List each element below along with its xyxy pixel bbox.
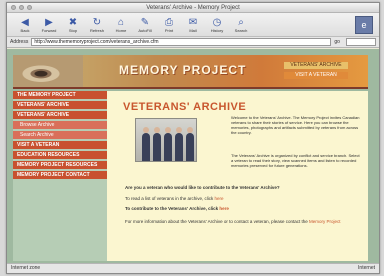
sidebar-item[interactable]: VETERANS' ARCHIVE [13,111,107,119]
site-banner: MEMORY PROJECT VETERANS' ARCHIVE VISIT A… [13,55,368,89]
go-button[interactable]: go [334,39,340,45]
toolbar-label: Print [164,27,174,33]
eye-image [13,55,83,87]
toolbar-label: Refresh [89,27,104,33]
window-controls[interactable] [11,5,32,10]
home-button[interactable]: ⌂ Home [111,15,131,35]
print-icon: ⎙ [165,16,173,28]
toolbar-label: Back [20,27,30,33]
back-button[interactable]: ◀ Back [15,15,35,35]
status-text: Internet zone [11,265,41,271]
site-title[interactable]: MEMORY PROJECT [119,63,246,77]
contribute-question: Are you a veteran who would like to cont… [125,185,280,190]
mail-icon: ✉ [188,16,198,28]
history-icon: ◷ [212,16,222,28]
title-bar: Veterans' Archive - Memory Project [7,3,379,13]
list-veterans-line: To read a list of veterans in the archiv… [125,196,224,201]
sidebar-item[interactable]: Search Archive [13,131,107,139]
status-bar: Internet zone Internet [7,263,379,273]
contact-line: For more information about the Veterans'… [125,219,341,224]
toolbar-label: Home [115,27,127,33]
sidebar-item[interactable]: EDUCATION RESOURCES [13,151,107,159]
autofill-button[interactable]: ✎ AutoFill [135,15,155,35]
sidebar-nav: THE MEMORY PROJECT VETERANS' ARCHIVE VETER… [13,91,107,261]
sidebar-item[interactable]: Browse Archive [13,121,107,129]
browser-window: Veterans' Archive - Memory Project ◀ Back… [6,2,380,274]
refresh-icon: ↻ [92,16,102,28]
address-input[interactable]: http://www.thememoryproject.com/veterans… [31,38,332,46]
search-field[interactable] [346,38,376,46]
contribute-line: To contribute to the Veterans' Archive, … [125,206,229,211]
contact-link[interactable]: Memory Project [309,219,341,224]
forward-button[interactable]: ▶ Forward [39,15,59,35]
main-content: VETERANS' ARCHIVE Welcome to the Veteran… [107,91,368,261]
toolbar-label: Stop [68,27,78,33]
zone-indicator: Internet [358,265,375,271]
page-title: VETERANS' ARCHIVE [123,101,247,113]
stop-icon: ✖ [68,16,78,28]
refresh-button[interactable]: ↻ Refresh [87,15,107,35]
banner-link-visit[interactable]: VISIT A VETERAN [284,72,348,79]
sidebar-item[interactable]: MEMORY PROJECT CONTACT [13,171,107,179]
toolbar-label: History [210,27,224,33]
address-label: Address [10,39,29,45]
mail-button[interactable]: ✉ Mail [183,15,203,35]
sidebar-item[interactable]: MEMORY PROJECT RESOURCES [13,161,107,169]
list-veterans-link[interactable]: here [215,196,224,201]
window-title: Veterans' Archive - Memory Project [146,5,240,11]
toolbar-label: Forward [41,27,57,33]
sidebar-item[interactable]: THE MEMORY PROJECT [13,91,107,99]
contribute-link[interactable]: here [219,206,229,211]
sidebar-item[interactable]: VETERANS' ARCHIVE [13,101,107,109]
address-bar: Address http://www.thememoryproject.com/… [7,37,379,48]
print-button[interactable]: ⎙ Print [159,15,179,35]
page-viewport[interactable]: MEMORY PROJECT VETERANS' ARCHIVE VISIT A… [7,49,379,265]
stop-button[interactable]: ✖ Stop [63,15,83,35]
banner-link-archive[interactable]: VETERANS' ARCHIVE [284,62,348,69]
arrow-left-icon: ◀ [21,16,29,28]
history-button[interactable]: ◷ History [207,15,227,35]
toolbar-label: Search [234,27,248,33]
toolbar-label: Mail [189,27,197,33]
toolbar-label: AutoFill [138,27,152,33]
arrow-right-icon: ▶ [45,16,53,28]
browser-logo-icon: e [355,16,373,34]
autofill-icon: ✎ [140,16,150,28]
sidebar-item[interactable]: VISIT A VETERAN [13,141,107,149]
home-icon: ⌂ [117,16,125,28]
search-icon: ⌕ [238,16,244,28]
browser-toolbar: ◀ Back ▶ Forward ✖ Stop ↻ Refresh ⌂ Home ✎ AutoFill… [7,13,379,37]
veterans-photo [135,118,197,162]
description-paragraph: The Veterans' Archive is organized by co… [231,153,360,168]
search-button[interactable]: ⌕ Search [231,15,251,35]
intro-paragraph: Welcome to the Veterans' Archive. The Me… [231,115,360,135]
